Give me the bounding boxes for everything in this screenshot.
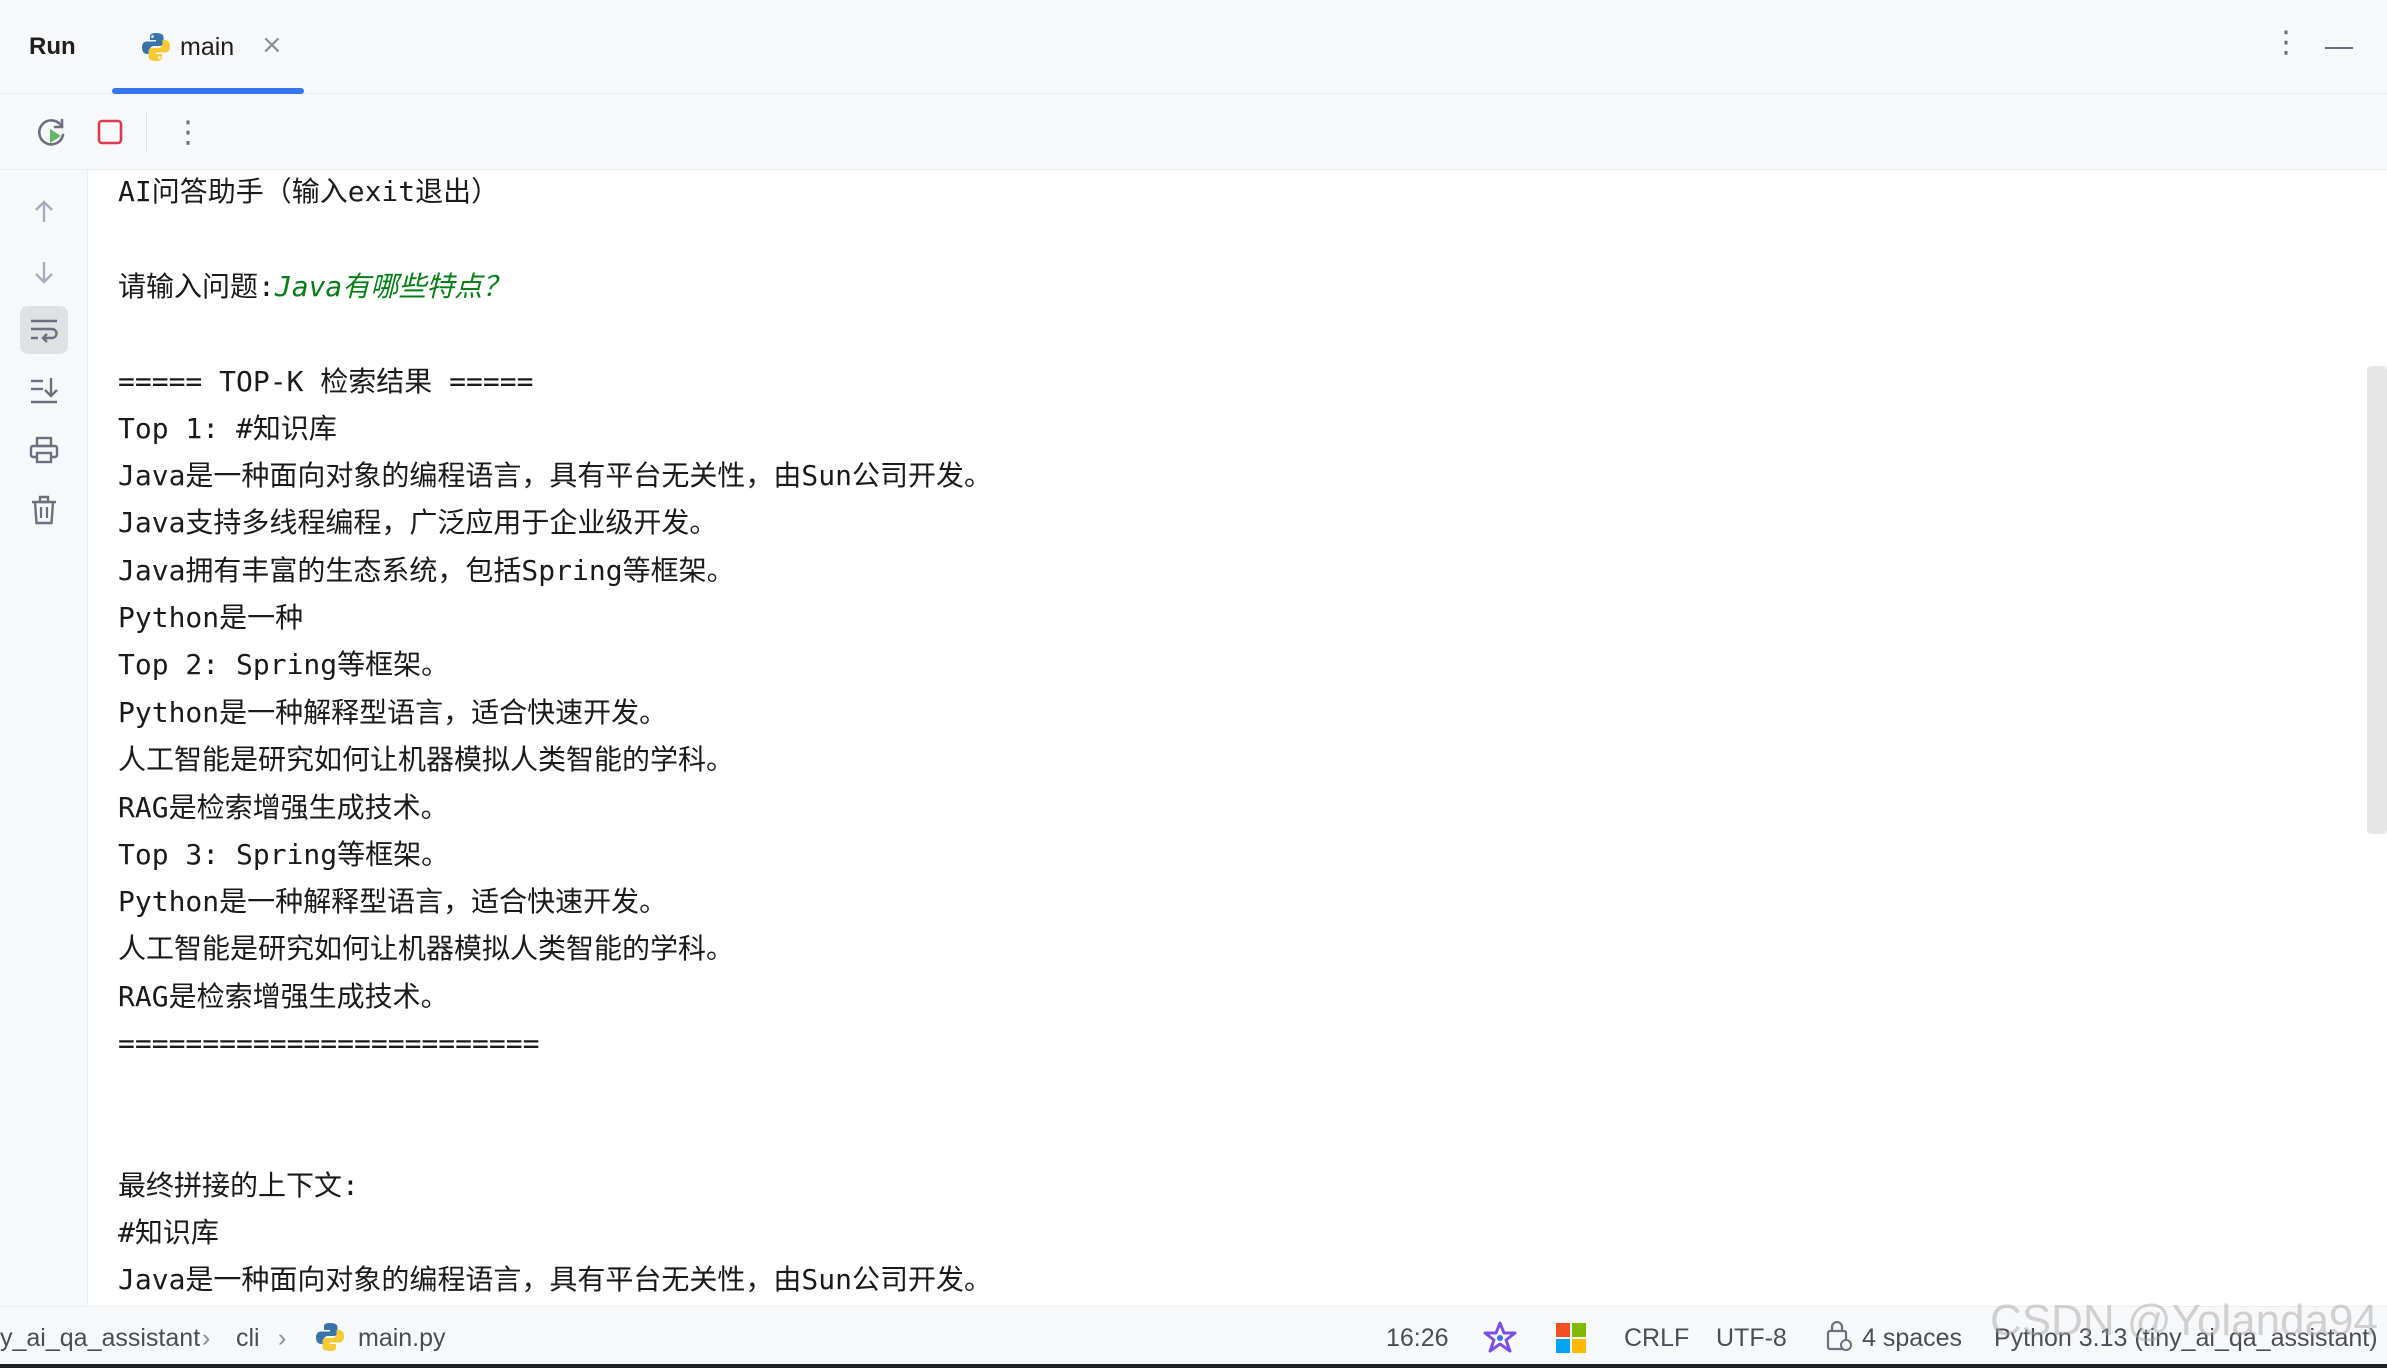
file-encoding[interactable]: UTF-8 bbox=[1716, 1323, 1787, 1353]
console-line: Java是一种面向对象的编程语言，具有平台无关性，由Sun公司开发。 bbox=[118, 1263, 993, 1296]
toolbar-more-button[interactable]: ⋮ bbox=[170, 114, 206, 150]
python-icon bbox=[142, 33, 170, 61]
console-line: Java拥有丰富的生态系统，包括Spring等框架。 bbox=[118, 554, 735, 587]
rerun-button[interactable] bbox=[34, 114, 70, 150]
arrow-down-icon bbox=[35, 262, 53, 284]
tool-window-header: Run main × ⋮ bbox=[0, 0, 2387, 94]
scroll-to-end-button[interactable] bbox=[20, 366, 68, 414]
breadcrumb-separator: › bbox=[202, 1324, 211, 1352]
console-line: Top 3: Spring等框架。 bbox=[118, 838, 450, 871]
trash-icon bbox=[32, 495, 56, 525]
window-bottom-edge bbox=[0, 1364, 2387, 1368]
line-ending[interactable]: CRLF bbox=[1624, 1323, 1689, 1353]
breadcrumb-folder[interactable]: cli bbox=[236, 1323, 260, 1353]
console-side-toolbar bbox=[0, 170, 88, 1306]
tab-label: main bbox=[180, 33, 235, 61]
console-line: ========================= bbox=[118, 1027, 540, 1060]
close-icon[interactable]: × bbox=[261, 32, 283, 58]
watermark: CSDN @Yolanda94 bbox=[1990, 1296, 2378, 1345]
caret-position[interactable]: 16:26 bbox=[1386, 1323, 1449, 1353]
soft-wrap-button[interactable] bbox=[20, 306, 68, 354]
breadcrumb-project[interactable]: y_ai_qa_assistant bbox=[0, 1323, 200, 1353]
python-icon bbox=[316, 1323, 344, 1351]
stop-icon bbox=[97, 119, 123, 145]
console-line: Top 2: Spring等框架。 bbox=[118, 648, 450, 681]
console-line: Java是一种面向对象的编程语言，具有平台无关性，由Sun公司开发。 bbox=[118, 459, 993, 492]
console-line: Python是一种解释型语言，适合快速开发。 bbox=[118, 885, 668, 918]
stop-button[interactable] bbox=[92, 114, 128, 150]
breadcrumb-separator: › bbox=[278, 1324, 287, 1352]
console-line: RAG是检索增强生成技术。 bbox=[118, 791, 449, 824]
console-line: RAG是检索增强生成技术。 bbox=[118, 980, 449, 1013]
indent-lock-icon bbox=[1826, 1321, 1852, 1351]
minimize-icon[interactable] bbox=[2325, 47, 2353, 49]
clear-all-button[interactable] bbox=[20, 486, 68, 534]
scroll-up-button[interactable] bbox=[20, 188, 68, 236]
tab-main[interactable]: main × bbox=[112, 0, 304, 94]
rerun-icon bbox=[38, 118, 65, 146]
vertical-scrollbar[interactable] bbox=[2367, 366, 2387, 834]
ai-assistant-icon[interactable] bbox=[1482, 1320, 1518, 1356]
breadcrumb-file[interactable]: main.py bbox=[358, 1323, 446, 1353]
scroll-down-button[interactable] bbox=[20, 248, 68, 296]
toolbar-separator bbox=[146, 112, 147, 152]
console-line: Java支持多线程编程，广泛应用于企业级开发。 bbox=[118, 506, 718, 539]
console-line: AI问答助手（输入exit退出） bbox=[118, 175, 500, 208]
console-output[interactable]: AI问答助手（输入exit退出） 请输入问题:Java有哪些特点？ ===== … bbox=[118, 170, 2338, 1306]
run-toolbar: ⋮ bbox=[0, 94, 2387, 170]
arrow-up-icon bbox=[35, 200, 53, 222]
console-line: Python是一种解释型语言，适合快速开发。 bbox=[118, 696, 668, 729]
indent-setting[interactable]: 4 spaces bbox=[1862, 1323, 1962, 1353]
print-button[interactable] bbox=[20, 426, 68, 474]
soft-wrap-icon bbox=[31, 319, 58, 343]
user-input-text: Java有哪些特点？ bbox=[274, 270, 511, 303]
console-line: 最终拼接的上下文: bbox=[118, 1169, 359, 1202]
prompt-text: 请输入问题: bbox=[118, 270, 275, 303]
console-line: #知识库 bbox=[118, 1216, 219, 1249]
print-icon bbox=[29, 436, 59, 464]
more-options-icon[interactable]: ⋮ bbox=[2271, 28, 2301, 58]
console-line: Top 1: #知识库 bbox=[118, 412, 337, 445]
console-line-prompt: 请输入问题:Java有哪些特点？ bbox=[118, 267, 510, 307]
scroll-to-end-icon bbox=[31, 378, 58, 404]
panel-title: Run bbox=[29, 33, 76, 60]
console-line: 人工智能是研究如何让机器模拟人类智能的学科。 bbox=[118, 932, 735, 965]
console-line: Python是一种 bbox=[118, 601, 304, 634]
windows-logo-icon[interactable] bbox=[1556, 1323, 1586, 1353]
console-line: ===== TOP-K 检索结果 ===== bbox=[118, 365, 534, 398]
console-line: 人工智能是研究如何让机器模拟人类智能的学科。 bbox=[118, 743, 735, 776]
